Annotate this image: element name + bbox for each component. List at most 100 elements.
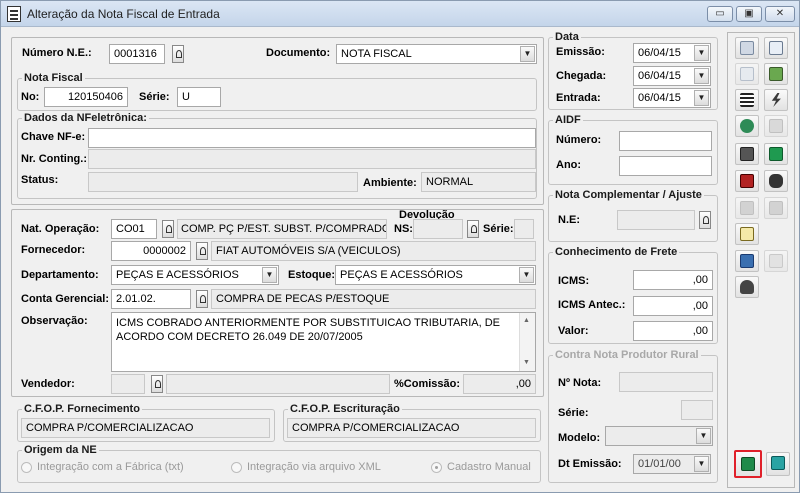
cfop-fornecimento-legend: C.F.O.P. Fornecimento (24, 403, 140, 415)
chevron-down-icon: ▼ (696, 428, 711, 444)
produtor-emissao-date[interactable]: 01/01/00 ▼ (633, 454, 711, 474)
contig-field[interactable] (88, 149, 536, 169)
fornecedor-label: Fornecedor: (21, 244, 86, 256)
minimize-button[interactable]: ▭ (707, 6, 733, 22)
confirm-icon (741, 457, 755, 471)
print-icon[interactable] (735, 143, 759, 165)
numero-ne-lookup-icon[interactable] (172, 45, 184, 63)
nfe-legend: Dados da NFeletrônica: (24, 112, 147, 124)
print-disabled-2-icon[interactable] (764, 197, 788, 219)
produtor-nota-field[interactable] (619, 372, 713, 392)
devolucao-serie-label: Série: (483, 223, 514, 235)
valor-field[interactable]: ,00 (633, 321, 713, 341)
chegada-value: 06/04/15 (638, 70, 681, 82)
chevron-down-icon: ▼ (262, 267, 277, 283)
vendedor-name (166, 374, 390, 394)
print-disabled-icon[interactable] (735, 197, 759, 219)
aidf-ano-field[interactable] (619, 156, 712, 176)
observacao-label: Observação: (21, 315, 88, 327)
close-button[interactable]: ✕ (765, 6, 795, 22)
nota-no-label: No: (21, 91, 40, 103)
departamento-label: Departamento: (21, 269, 99, 281)
produtor-serie-field[interactable] (681, 400, 713, 420)
entrada-date[interactable]: 06/04/15 ▼ (633, 88, 711, 108)
complementar-lookup-icon[interactable] (699, 211, 711, 229)
group-icon[interactable] (735, 276, 759, 298)
complementar-legend: Nota Complementar / Ajuste (555, 189, 702, 201)
origem-radio-manual[interactable]: Cadastro Manual (431, 461, 531, 473)
ns-field[interactable] (413, 219, 463, 239)
devolucao-serie-field[interactable] (514, 219, 534, 239)
documento-select[interactable]: NOTA FISCAL ▼ (336, 44, 537, 64)
chave-field[interactable] (88, 128, 536, 148)
add-item-icon[interactable] (735, 37, 759, 59)
lightning-icon[interactable] (764, 89, 788, 111)
chevron-down-icon: ▼ (694, 68, 709, 84)
icms-antec-field[interactable]: ,00 (633, 296, 713, 316)
exit-button[interactable] (766, 452, 790, 476)
image-icon[interactable] (764, 63, 788, 85)
observacao-scrollbar[interactable] (519, 313, 535, 371)
ambiente-label: Ambiente: (363, 177, 417, 189)
aidf-numero-label: Número: (556, 134, 602, 146)
trash-icon[interactable] (764, 115, 788, 137)
departamento-select[interactable]: PEÇAS E ACESSÓRIOS ▼ (111, 265, 279, 285)
nota-serie-label: Série: (139, 91, 170, 103)
folder-icon[interactable] (764, 250, 788, 272)
restore-button[interactable]: ▣ (736, 6, 762, 22)
refresh-icon[interactable] (735, 115, 759, 137)
title-bar: Alteração da Nota Fiscal de Entrada ▭ ▣ … (1, 1, 799, 27)
numero-ne-field[interactable]: 0001316 (109, 44, 165, 64)
aidf-ano-label: Ano: (556, 159, 582, 171)
list-icon[interactable] (735, 89, 759, 111)
chegada-date[interactable]: 06/04/15 ▼ (633, 66, 711, 86)
produtor-modelo-label: Modelo: (558, 432, 601, 444)
grid-icon[interactable] (764, 37, 788, 59)
cfop-escrituracao-field: COMPRA P/COMERCIALIZACAO (287, 418, 536, 438)
origem-radio-xml[interactable]: Integração via arquivo XML (231, 461, 381, 473)
ns-lookup-icon[interactable] (467, 220, 479, 238)
estoque-value: PEÇAS E ACESSÓRIOS (340, 269, 463, 281)
aidf-legend: AIDF (555, 114, 581, 126)
radio-icon (231, 461, 242, 473)
nota-serie-field[interactable]: U (177, 87, 221, 107)
icms-field[interactable]: ,00 (633, 270, 713, 290)
produtor-nota-label: Nº Nota: (558, 377, 602, 389)
main-window: Alteração da Nota Fiscal de Entrada ▭ ▣ … (0, 0, 800, 493)
transfer-icon[interactable] (764, 143, 788, 165)
chevron-down-icon: ▼ (520, 46, 535, 62)
fornecedor-lookup-icon[interactable] (196, 242, 208, 260)
conta-gerencial-label: Conta Gerencial: (21, 293, 110, 305)
emissao-date[interactable]: 06/04/15 ▼ (633, 43, 711, 63)
document-icon[interactable] (735, 223, 759, 245)
nota-no-field[interactable]: 120150406 (44, 87, 128, 107)
window-title: Alteração da Nota Fiscal de Entrada (27, 7, 220, 21)
preview-icon[interactable] (735, 63, 759, 85)
observacao-textarea[interactable]: ICMS COBRADO ANTERIORMENTE POR SUBSTITUI… (111, 312, 536, 372)
fornecedor-code[interactable]: 0000002 (111, 241, 191, 261)
chevron-down-icon: ▼ (694, 45, 709, 61)
app-icon (7, 6, 21, 22)
estoque-select[interactable]: PEÇAS E ACESSÓRIOS ▼ (335, 265, 536, 285)
complementar-ne-field[interactable] (617, 210, 695, 230)
ambiente-field: NORMAL (421, 172, 536, 192)
origem-radio-fabrica[interactable]: Integração com a Fábrica (txt) (21, 461, 184, 473)
comissao-field[interactable]: ,00 (463, 374, 536, 394)
tv-icon[interactable] (735, 170, 759, 192)
origem-manual-label: Cadastro Manual (447, 461, 531, 473)
conta-gerencial-lookup-icon[interactable] (196, 290, 208, 308)
produtor-modelo-select[interactable]: ▼ (605, 426, 713, 446)
nat-operacao-label: Nat. Operação: (21, 223, 100, 235)
nat-operacao-lookup-icon[interactable] (162, 220, 174, 238)
hand-icon[interactable] (764, 170, 788, 192)
confirm-button[interactable] (734, 450, 762, 478)
conta-gerencial-code[interactable]: 2.01.02. (111, 289, 191, 309)
aidf-numero-field[interactable] (619, 131, 712, 151)
vendedor-code[interactable] (111, 374, 145, 394)
valor-label: Valor: (558, 325, 589, 337)
vendedor-lookup-icon[interactable] (151, 375, 163, 393)
entrada-label: Entrada: (556, 92, 601, 104)
nat-operacao-code[interactable]: CO01 (111, 219, 157, 239)
nota-fiscal-legend: Nota Fiscal (24, 72, 83, 84)
import-icon[interactable] (735, 250, 759, 272)
